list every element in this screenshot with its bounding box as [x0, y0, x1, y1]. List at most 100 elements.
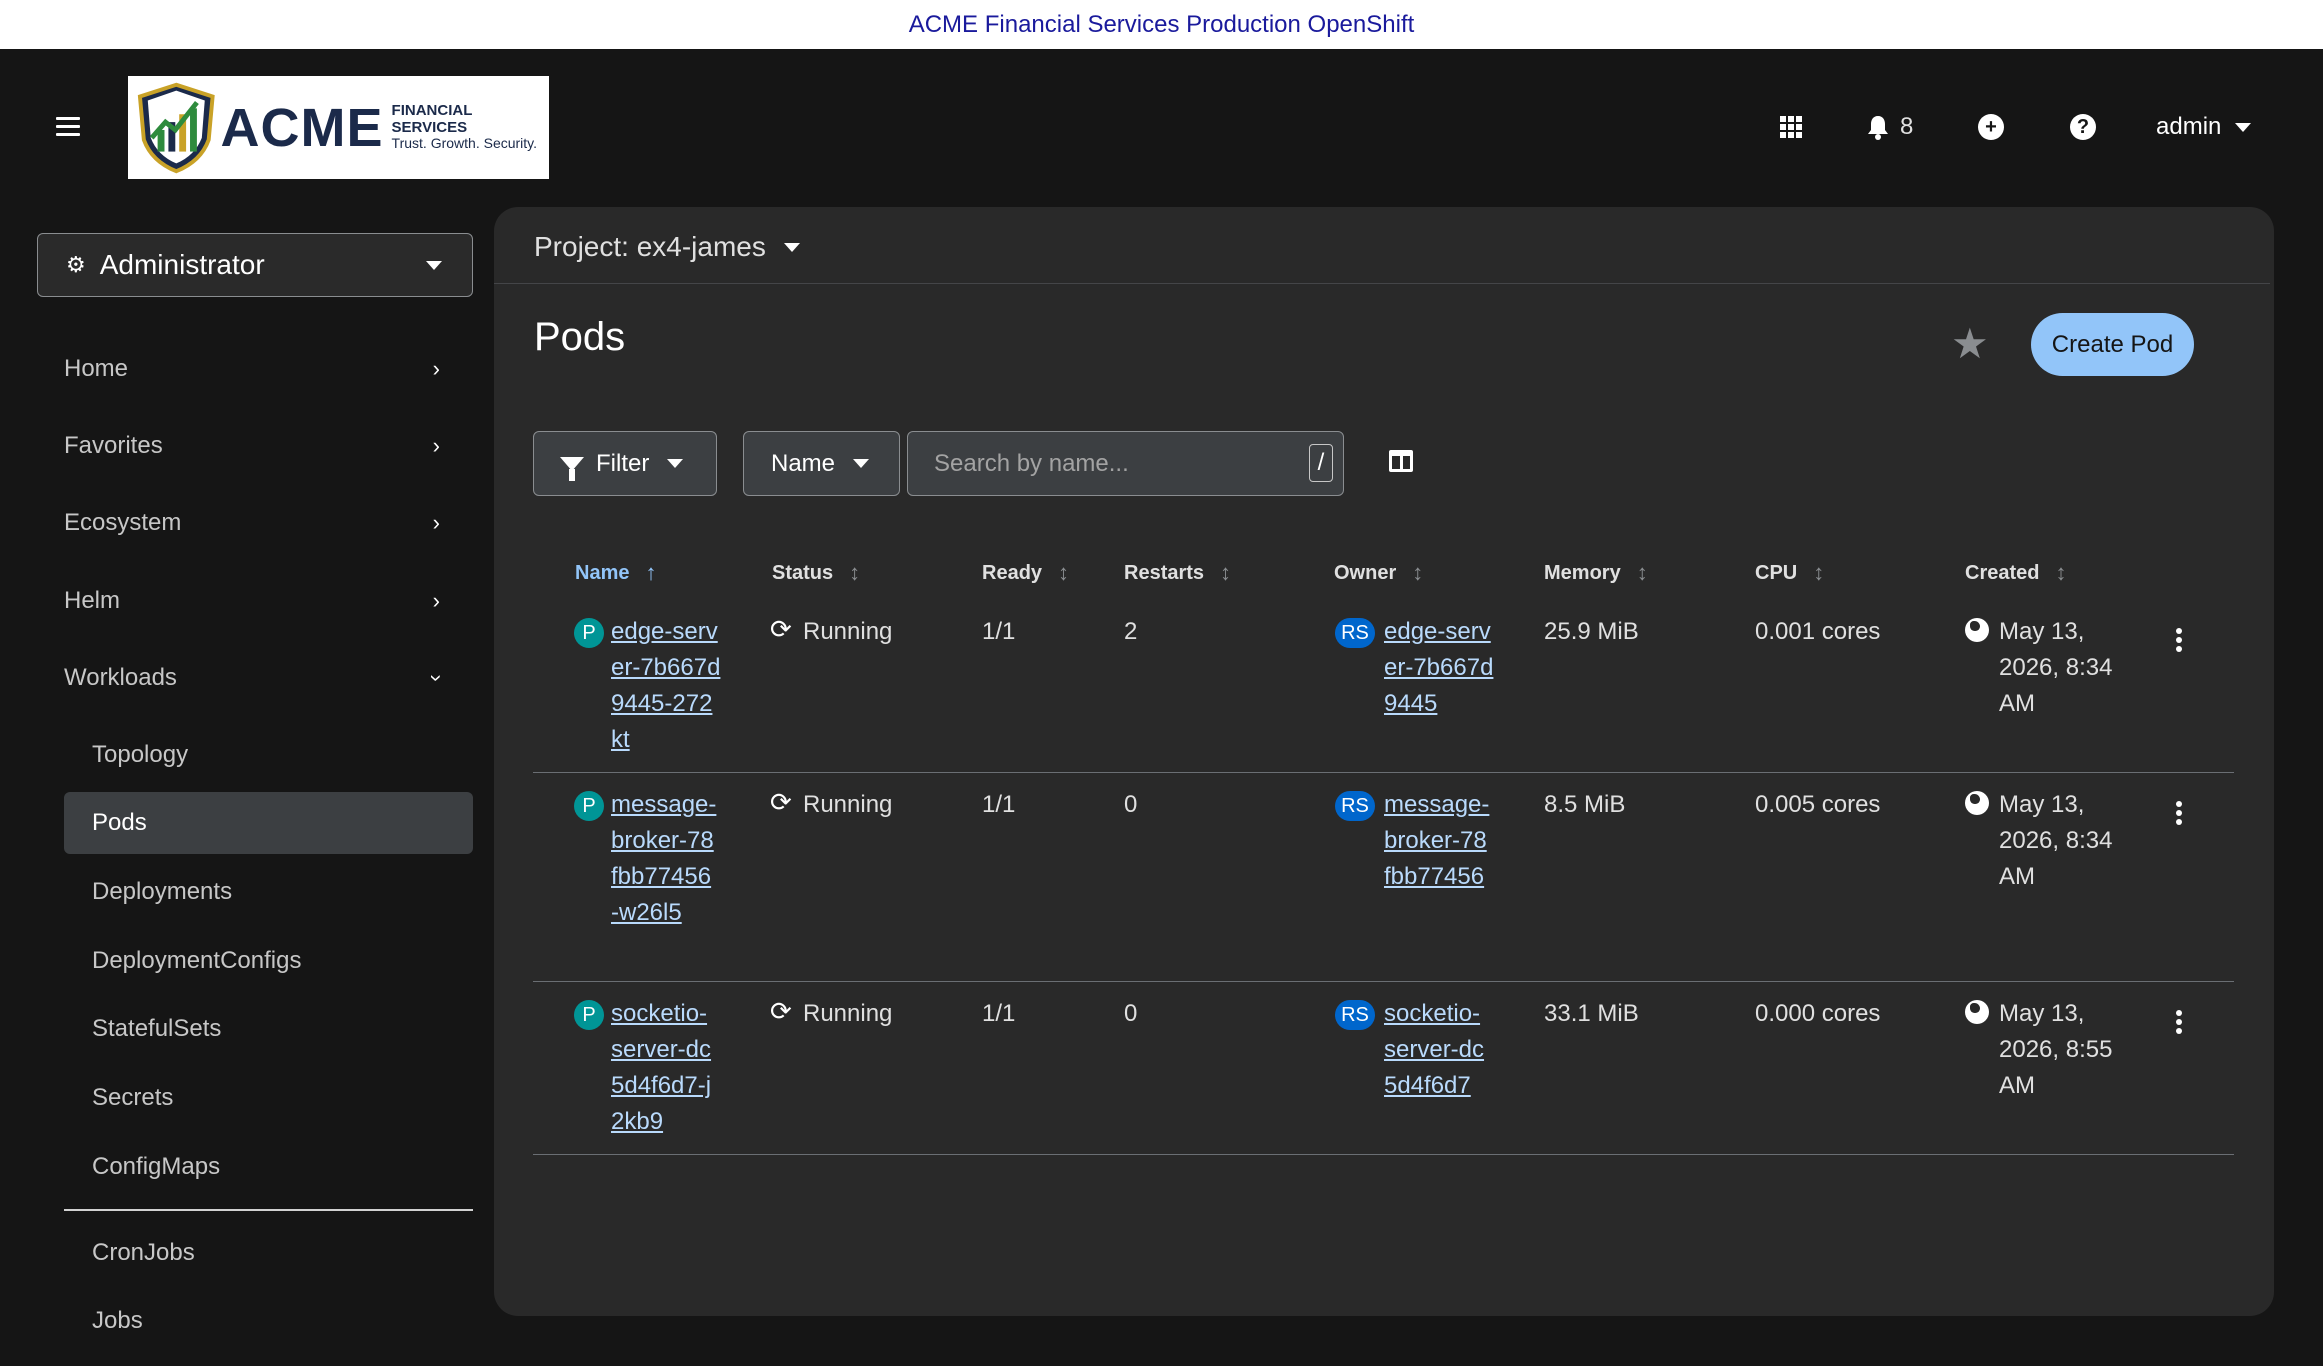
row-divider	[533, 1154, 2234, 1155]
pod-name[interactable]: edge-server-7b667d9445-272kt	[611, 618, 720, 753]
bell-icon	[1868, 116, 1888, 140]
pod-name-link[interactable]: edge-server-7b667d9445-272kt	[611, 614, 721, 758]
create-pod-button[interactable]: Create Pod	[2031, 313, 2194, 376]
logo-line2: Trust. Growth. Security.	[391, 135, 538, 152]
owner-link[interactable]: socketio-server-dc5d4f6d7	[1384, 996, 1492, 1104]
col-header-memory[interactable]: Memory ↕	[1544, 560, 1648, 586]
pod-kind-badge: P	[574, 791, 604, 821]
sync-icon: ⟳	[770, 787, 792, 817]
masthead: ACME FINANCIAL SERVICES Trust. Growth. S…	[0, 49, 2323, 206]
kebab-menu-icon[interactable]	[2176, 801, 2184, 828]
col-header-created[interactable]: Created ↕	[1965, 560, 2066, 586]
col-label: Created	[1965, 561, 2040, 584]
owner-name[interactable]: message-broker-78fbb77456	[1384, 791, 1489, 890]
kebab-menu-icon[interactable]	[2176, 628, 2184, 655]
col-header-name[interactable]: Name ↑	[575, 560, 656, 586]
sort-icon: ↕	[1813, 560, 1825, 585]
pod-name[interactable]: socketio-server-dc5d4f6d7-j2kb9	[611, 1000, 711, 1135]
perspective-switcher[interactable]: ⚙ Administrator	[37, 233, 473, 297]
filter-button[interactable]: Filter	[533, 431, 717, 496]
logo-brand-text: ACME	[220, 97, 384, 158]
nav-favorites[interactable]: Favorites ›	[64, 418, 474, 474]
pod-created: May 13, 2026, 8:34 AM	[1999, 618, 2113, 717]
sidebar-item-deployments[interactable]: Deployments	[64, 861, 473, 923]
owner-link[interactable]: message-broker-78fbb77456	[1384, 787, 1492, 895]
user-menu[interactable]: admin	[2156, 112, 2252, 142]
logo-line1: FINANCIAL SERVICES	[391, 102, 473, 136]
sync-icon: ⟳	[770, 614, 792, 644]
pod-ready: 1/1	[982, 791, 1016, 818]
col-header-restarts[interactable]: Restarts ↕	[1124, 560, 1231, 586]
sidebar-item-statefulsets[interactable]: StatefulSets	[64, 998, 473, 1060]
pod-name-link[interactable]: message-broker-78fbb77456-w26l5	[611, 787, 719, 931]
nav-home[interactable]: Home ›	[64, 341, 474, 397]
chevron-right-icon: ›	[432, 433, 440, 458]
pod-restarts: 0	[1124, 791, 1138, 818]
pod-restarts: 0	[1124, 1000, 1138, 1027]
sort-up-icon: ↑	[645, 560, 657, 585]
sidebar-item-jobs[interactable]: Jobs	[64, 1290, 473, 1352]
quick-create-button[interactable]: +	[1978, 112, 2004, 142]
col-header-ready[interactable]: Ready ↕	[982, 560, 1069, 586]
logo-shield-icon	[137, 82, 215, 173]
favorite-star-icon[interactable]: ★	[1951, 319, 1989, 368]
sort-icon: ↕	[1220, 560, 1232, 585]
sidebar-item-configmaps[interactable]: ConfigMaps	[64, 1136, 473, 1198]
filter-attribute-select[interactable]: Name	[743, 431, 900, 496]
row-divider	[533, 772, 2234, 773]
question-circle-icon: ?	[2070, 114, 2096, 140]
chevron-right-icon: ›	[432, 356, 440, 381]
owner-name[interactable]: socketio-server-dc5d4f6d7	[1384, 1000, 1484, 1099]
nav-label: Workloads	[64, 664, 177, 691]
pod-kind-badge: P	[574, 618, 604, 648]
kebab-menu-icon[interactable]	[2176, 1010, 2184, 1037]
sidebar-item-secrets[interactable]: Secrets	[64, 1067, 473, 1129]
manage-columns-icon[interactable]	[1389, 450, 1413, 472]
search-input[interactable]	[908, 432, 1298, 495]
nav-workloads[interactable]: Workloads ›	[64, 650, 474, 706]
owner-link[interactable]: edge-server-7b667d9445	[1384, 614, 1494, 722]
col-header-owner[interactable]: Owner ↕	[1334, 560, 1423, 586]
pod-name[interactable]: message-broker-78fbb77456-w26l5	[611, 791, 716, 926]
help-button[interactable]: ?	[2070, 112, 2096, 142]
main-content: Project: ex4-james Pods ★ Create Pod Fil…	[494, 207, 2274, 1316]
nav-label: Home	[64, 355, 129, 382]
sidebar-item-topology[interactable]: Topology	[64, 724, 473, 786]
owner-name[interactable]: edge-server-7b667d9445	[1384, 618, 1493, 717]
plus-circle-icon: +	[1978, 114, 2004, 140]
col-header-status[interactable]: Status ↕	[772, 560, 860, 586]
grid-icon	[1780, 116, 1802, 138]
notifications-button[interactable]: 8	[1866, 112, 1913, 142]
select-label: Name	[771, 449, 836, 477]
sort-icon: ↕	[1636, 560, 1648, 585]
caret-down-icon	[853, 459, 870, 468]
col-label: Memory	[1544, 561, 1621, 584]
nav-ecosystem[interactable]: Ecosystem ›	[64, 495, 474, 551]
pod-name-link[interactable]: socketio-server-dc5d4f6d7-j2kb9	[611, 996, 719, 1140]
sidebar-item-deploymentconfigs[interactable]: DeploymentConfigs	[64, 930, 473, 992]
user-name: admin	[2156, 113, 2222, 140]
project-label: Project: ex4-james	[534, 231, 766, 262]
brand-logo[interactable]: ACME FINANCIAL SERVICES Trust. Growth. S…	[128, 76, 549, 179]
col-label: Owner	[1334, 561, 1397, 584]
col-label: Status	[772, 561, 834, 584]
sidebar-item-cronjobs[interactable]: CronJobs	[64, 1222, 473, 1284]
app-launcher-button[interactable]	[1780, 112, 1802, 142]
sort-icon: ↕	[849, 560, 861, 585]
chevron-right-icon: ›	[432, 510, 440, 535]
sidebar-item-pods[interactable]: Pods	[64, 792, 473, 854]
col-header-cpu[interactable]: CPU ↕	[1755, 560, 1824, 586]
nav-divider	[64, 1209, 473, 1211]
chevron-right-icon: ›	[432, 588, 440, 613]
pod-cpu: 0.005 cores	[1755, 791, 1881, 818]
pod-ready: 1/1	[982, 1000, 1016, 1027]
globe-icon	[1965, 1000, 1989, 1024]
cogs-icon: ⚙	[66, 252, 86, 277]
owner-kind-badge: RS	[1335, 618, 1375, 648]
project-selector[interactable]: Project: ex4-james	[534, 231, 800, 263]
caret-down-icon	[426, 261, 442, 270]
filter-icon	[560, 456, 584, 481]
perspective-label: Administrator	[99, 249, 265, 280]
menu-toggle-icon[interactable]	[56, 117, 80, 137]
nav-helm[interactable]: Helm ›	[64, 573, 474, 629]
